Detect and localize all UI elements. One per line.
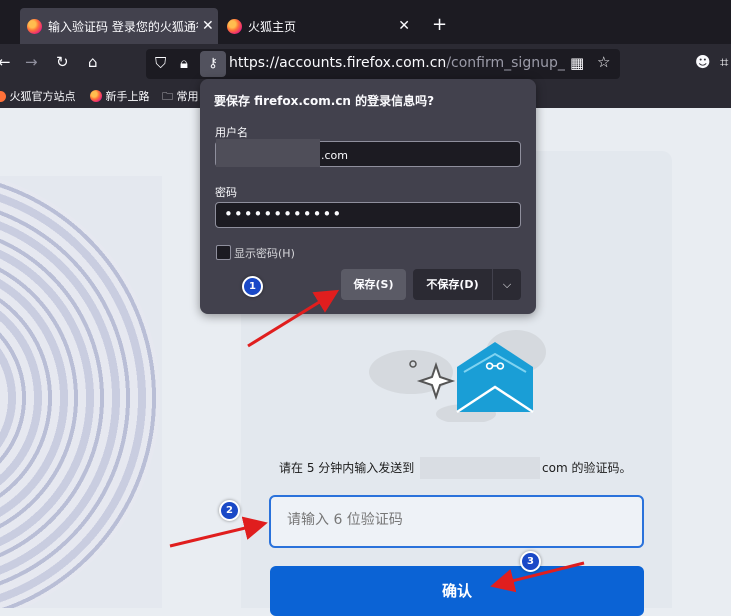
- username-value: .com: [321, 149, 348, 162]
- password-field[interactable]: ••••••••••••: [215, 202, 521, 228]
- save-button[interactable]: 保存(S): [341, 269, 406, 300]
- tab-title: 火狐主页: [248, 19, 297, 34]
- show-password-checkbox[interactable]: [216, 245, 231, 260]
- verification-code-field[interactable]: [269, 495, 644, 548]
- firefox-logo-icon: [227, 18, 242, 34]
- confirm-button[interactable]: 确认: [270, 566, 644, 616]
- url-text: https://accounts.firefox.com.cn/confirm_…: [229, 55, 565, 71]
- firefox-logo-icon: [90, 90, 102, 102]
- reload-icon[interactable]: ↻: [56, 53, 69, 71]
- password-label: 密码: [215, 186, 237, 199]
- star-icon[interactable]: ☆: [597, 53, 610, 71]
- firefox-logo-icon: [27, 18, 42, 34]
- firefox-logo-icon: [0, 91, 6, 102]
- popup-title: 要保存 firefox.com.cn 的登录信息吗?: [214, 94, 435, 108]
- close-tab-icon[interactable]: ✕: [202, 18, 214, 34]
- crop-icon[interactable]: ⌗: [720, 53, 728, 71]
- tab-strip: 输入验证码 登录您的火狐通行证 ✕ 火狐主页 ✕ +: [0, 0, 731, 44]
- username-label: 用户名: [215, 126, 248, 139]
- step-badge-2: 2: [219, 500, 240, 521]
- dont-save-button[interactable]: 不保存(D): [413, 269, 492, 300]
- instruction-text: 请在 5 分钟内输入发送到: [279, 461, 415, 475]
- account-icon[interactable]: ☻: [695, 53, 711, 71]
- instruction-suffix: com 的验证码。: [542, 461, 632, 475]
- show-password-label[interactable]: 显示密码(H): [234, 245, 295, 261]
- verification-code-input[interactable]: [285, 511, 629, 529]
- home-icon[interactable]: ⌂: [88, 53, 98, 71]
- new-tab-button[interactable]: +: [432, 14, 447, 35]
- svg-text:⚯: ⚯: [486, 355, 505, 380]
- close-tab-icon[interactable]: ✕: [398, 18, 410, 34]
- bookmark-folder-common[interactable]: 🗀︎ 常用: [162, 88, 199, 107]
- chevron-down-icon[interactable]: ⌵: [493, 269, 521, 300]
- key-icon[interactable]: ⚷: [200, 51, 226, 77]
- bookmark-getting-started[interactable]: 新手上路: [90, 88, 150, 104]
- password-value: ••••••••••••: [224, 205, 343, 223]
- back-icon[interactable]: ←: [0, 53, 11, 71]
- tab-firefox-home[interactable]: 火狐主页 ✕: [220, 8, 420, 44]
- redacted-email: [420, 457, 540, 479]
- folder-icon: 🗀︎: [162, 90, 173, 103]
- email-link-illustration: ⚯: [369, 330, 546, 422]
- tab-verify-code[interactable]: 输入验证码 登录您的火狐通行证 ✕: [20, 8, 218, 44]
- bookmark-firefox-official[interactable]: 火狐官方站点: [0, 88, 76, 104]
- tab-title: 输入验证码 登录您的火狐通行证: [48, 19, 198, 34]
- step-badge-3: 3: [520, 551, 541, 572]
- shield-icon[interactable]: ⛉: [155, 54, 166, 72]
- step-badge-1: 1: [242, 276, 263, 297]
- qrcode-icon[interactable]: ▦: [570, 54, 584, 72]
- redacted-username: [216, 139, 320, 167]
- forward-icon[interactable]: →: [25, 53, 38, 71]
- lock-icon[interactable]: 🔒︎: [180, 54, 188, 72]
